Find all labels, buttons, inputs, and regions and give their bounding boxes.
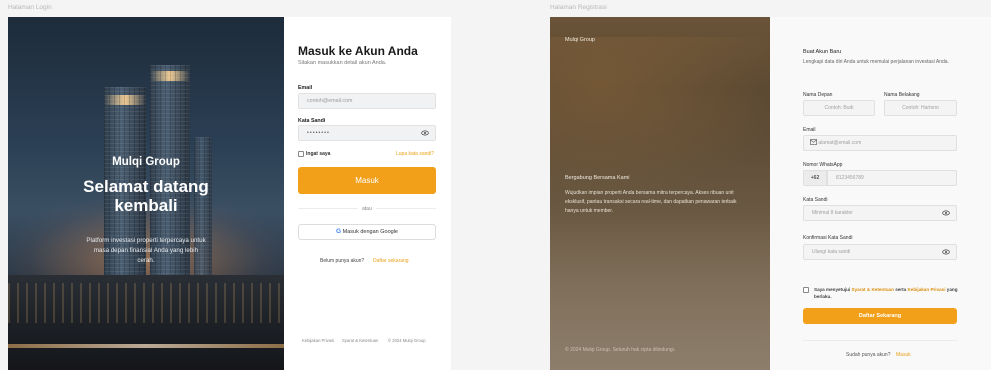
- login-page-caption: Halaman Login: [8, 4, 52, 11]
- register-page-caption: Halaman Registrasi: [550, 4, 607, 11]
- register-hero-image: Mulqi Group Bergabung Bersama Kami Wujud…: [550, 17, 770, 370]
- register-form-panel: Buat Akun Baru Lengkapi data diri Anda u…: [770, 17, 991, 370]
- first-name-input[interactable]: Contoh: Budi: [803, 100, 875, 116]
- eye-icon[interactable]: [942, 209, 950, 217]
- terms-link[interactable]: Syarat & Ketentuan: [342, 338, 378, 343]
- register-copyright: © 2024 Mulqi Group. Seluruh hak cipta di…: [565, 347, 676, 353]
- hero-brand: Mulqi Group: [112, 156, 180, 168]
- terms-mid: serta: [893, 287, 908, 292]
- eye-icon[interactable]: [942, 248, 950, 256]
- hero-description: Platform investasi properti terpercaya u…: [86, 237, 206, 264]
- privacy-policy-link[interactable]: Kebijakan Privasi: [907, 287, 945, 292]
- reg-password-placeholder: Minimal 8 karakter: [812, 210, 853, 216]
- register-link[interactable]: Daftar sekarang: [373, 258, 409, 264]
- road-lights: [8, 344, 284, 348]
- password-label: Kata Sandi: [298, 118, 326, 124]
- register-hero-description: Wujudkan impian properti Anda bersama mi…: [565, 190, 737, 214]
- email-input[interactable]: contoh@email.com: [298, 93, 436, 109]
- login-title: Masuk ke Akun Anda: [298, 44, 418, 58]
- or-label: atau: [358, 206, 376, 212]
- login-page: Mulqi Group Selamat datang kembali Platf…: [8, 17, 451, 370]
- terms-prefix: Saya menyetujui: [814, 287, 852, 292]
- remember-label: Ingat saya: [306, 151, 331, 157]
- register-hero-brand: Mulqi Group: [565, 37, 595, 43]
- google-login-label: Masuk dengan Google: [342, 229, 398, 235]
- privacy-link[interactable]: Kebijakan Privasi: [302, 338, 334, 343]
- remember-checkbox[interactable]: [298, 151, 304, 157]
- city-skyline: [8, 275, 284, 370]
- email-label: Email: [298, 85, 313, 91]
- reg-password-label: Kata Sandi: [803, 197, 828, 203]
- terms-text: Saya menyetujui Syarat & Ketentuan serta…: [814, 286, 974, 300]
- reg-email-input[interactable]: alamat@email.com: [803, 135, 957, 151]
- reg-email-placeholder: alamat@email.com: [818, 140, 862, 146]
- login-subtitle: Silakan masukkan detail akun Anda.: [298, 60, 387, 66]
- login-link[interactable]: Masuk: [896, 352, 911, 358]
- terms-link[interactable]: Syarat & Ketentuan: [852, 287, 894, 292]
- no-account-text: Belum punya akun?: [320, 258, 365, 264]
- register-hero-title: Bergabung Bersama Kami: [565, 175, 630, 181]
- phone-prefix: +62: [803, 170, 827, 186]
- register-title: Buat Akun Baru: [803, 49, 842, 55]
- register-subtitle: Lengkapi data diri Anda untuk memulai pe…: [803, 59, 949, 65]
- last-name-label: Nama Belakang: [884, 92, 920, 98]
- mail-icon: [810, 139, 817, 145]
- password-input[interactable]: ••••••••: [298, 125, 436, 141]
- register-submit-button[interactable]: Daftar Sekarang: [803, 308, 957, 324]
- register-divider: [803, 340, 957, 341]
- login-hero-image: Mulqi Group Selamat datang kembali Platf…: [8, 17, 284, 370]
- forgot-password-link[interactable]: Lupa kata sandi?: [396, 151, 434, 157]
- confirm-password-input[interactable]: Ulangi kata sandi: [803, 244, 957, 260]
- phone-label: Nomor WhatsApp: [803, 162, 843, 168]
- confirm-password-placeholder: Ulangi kata sandi: [812, 249, 851, 255]
- reg-email-label: Email: [803, 127, 816, 133]
- confirm-password-label: Konfirmasi Kata Sandi: [803, 235, 853, 241]
- terms-checkbox[interactable]: [803, 287, 809, 293]
- last-name-input[interactable]: Contoh: Hartono: [884, 100, 957, 116]
- reg-password-input[interactable]: Minimal 8 karakter: [803, 205, 957, 221]
- login-submit-button[interactable]: Masuk: [298, 167, 436, 194]
- google-icon: G: [336, 228, 342, 235]
- login-copyright: © 2024 Mulqi Group: [388, 338, 426, 343]
- first-name-label: Nama Depan: [803, 92, 833, 98]
- google-login-button[interactable]: G Masuk dengan Google: [298, 224, 436, 240]
- phone-input[interactable]: 8123456789: [827, 170, 957, 186]
- password-value: ••••••••: [307, 130, 330, 136]
- login-form-panel: Masuk ke Akun Anda Silakan masukkan deta…: [284, 17, 451, 370]
- register-page: Mulqi Group Bergabung Bersama Kami Wujud…: [550, 17, 991, 370]
- eye-icon[interactable]: [421, 129, 429, 137]
- hero-welcome-heading: Selamat datang kembali: [83, 177, 209, 215]
- have-account-text: Sudah punya akun?: [846, 352, 891, 358]
